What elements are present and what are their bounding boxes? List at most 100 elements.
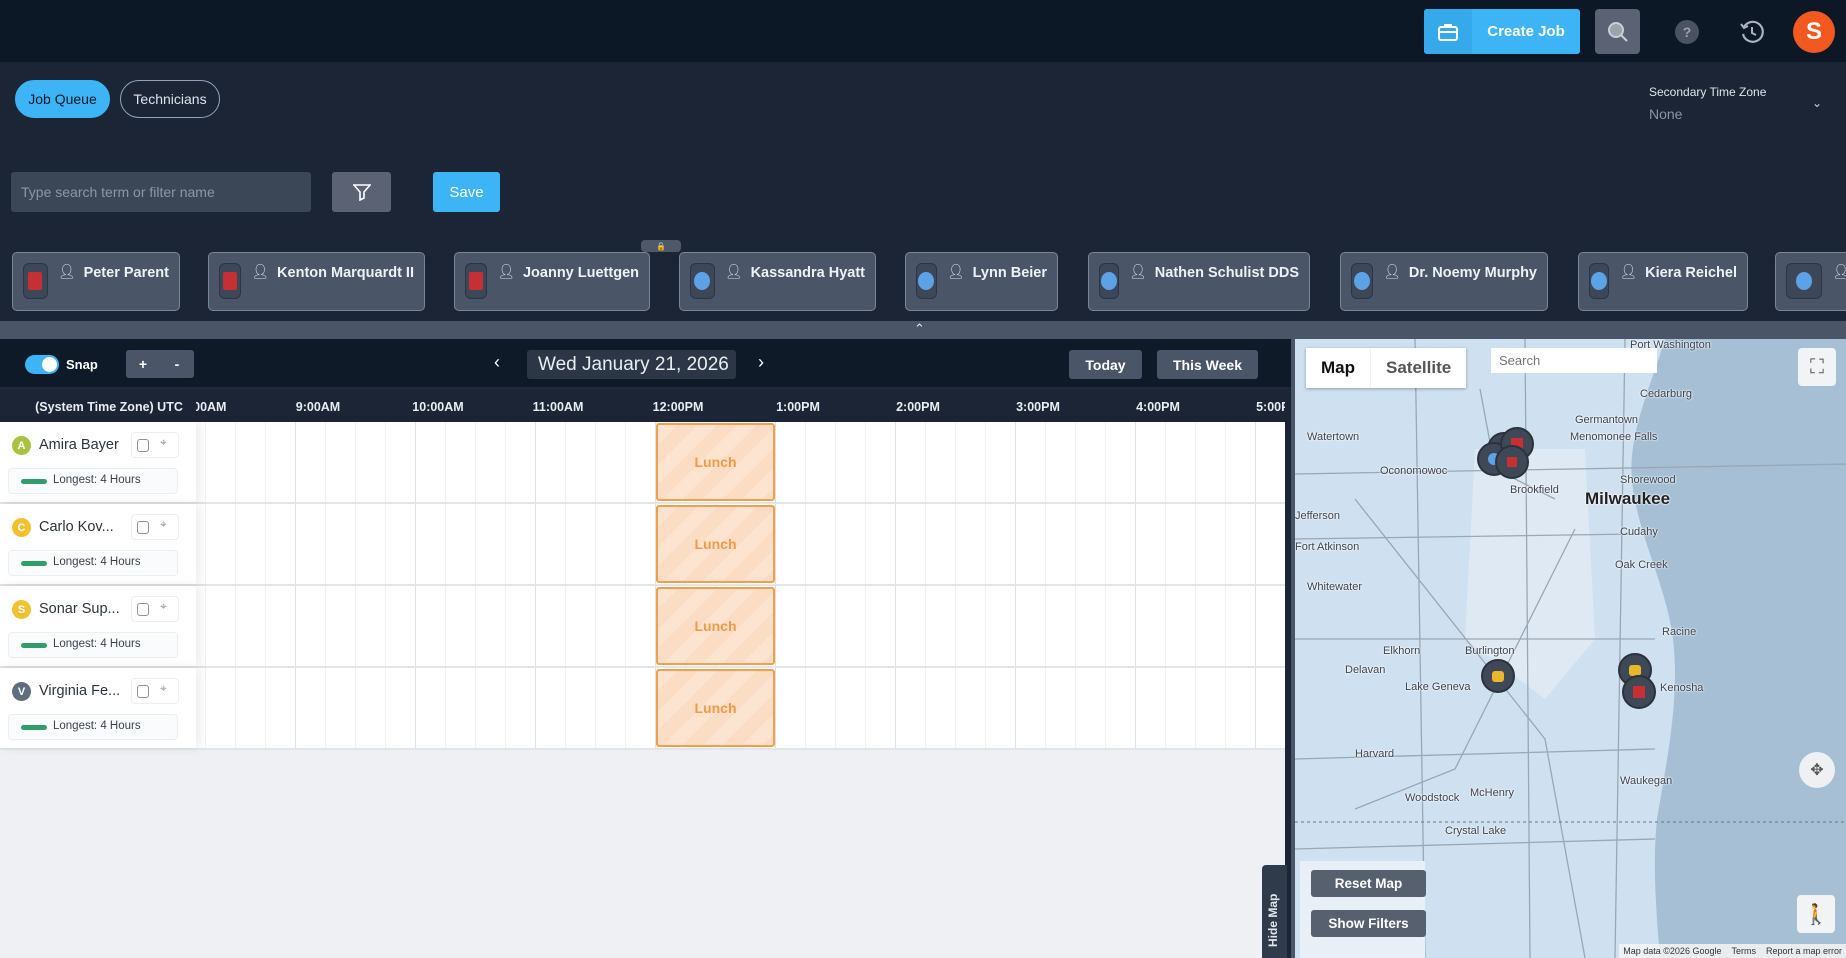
technician-card[interactable]: 👤︎ Peter Parent [12,252,180,311]
technician-name[interactable]: Amira Bayer [39,437,119,453]
lunch-block[interactable]: Lunch [656,587,775,665]
lunch-block[interactable]: Lunch [656,505,775,583]
location-pin-icon[interactable]: ⌖ [160,681,167,696]
street-view-pegman-icon[interactable]: 🚶 [1797,895,1835,933]
grid-line [205,668,206,748]
grid-line [415,422,416,502]
grid-line [985,586,986,666]
grid-line [1015,422,1016,502]
zoom-in-button[interactable]: + [126,350,160,378]
search-input[interactable] [11,172,311,212]
secondary-time-zone-select[interactable]: None [1649,106,1682,122]
location-pin-icon[interactable]: ⌖ [160,435,167,450]
schedule-row[interactable]: Lunch S Sonar Sup... ⌖ Longest: 4 Hours [0,586,1285,668]
grid-line [205,504,206,584]
avatar: V [12,682,31,701]
schedule-row[interactable]: Lunch A Amira Bayer ⌖ Longest: 4 Hours [0,422,1285,504]
report-error-link[interactable]: Report a map error [1766,946,1842,956]
grid-line [325,668,326,748]
today-button[interactable]: Today [1069,350,1142,379]
help-icon[interactable]: ? [1675,20,1699,44]
hour-label: 2:00PM [896,400,940,414]
grid-line [475,668,476,748]
map-place-label: Germantown [1575,414,1638,426]
hour-label: 11:00AM [532,400,584,414]
grid-line [235,586,236,666]
grid-line [595,668,596,748]
location-pin-icon[interactable]: ⌖ [160,517,167,532]
filter-button[interactable] [332,172,391,212]
tab-job-queue[interactable]: Job Queue [15,80,110,118]
grid-line [865,504,866,584]
reset-map-button[interactable]: Reset Map [1311,870,1426,897]
next-day-button[interactable]: › [758,352,764,373]
grid-line [565,586,566,666]
history-icon[interactable] [1737,17,1767,47]
technician-name[interactable]: Carlo Kov... [39,519,114,535]
hour-label: 1:00PM [776,400,820,414]
map-type-map[interactable]: Map [1306,348,1370,388]
grid-line [1015,668,1016,748]
technician-name[interactable]: Sonar Sup... [39,601,120,617]
date-picker[interactable]: Wed January 21, 2026 [527,350,736,379]
hide-map-tab[interactable]: Hide Map [1262,865,1287,958]
schedule-row[interactable]: Lunch C Carlo Kov... ⌖ Longest: 4 Hours [0,504,1285,586]
lock-icon[interactable]: 🔒 [641,240,681,252]
grid-line [1135,422,1136,502]
technician-card[interactable]: 👤︎ [1775,252,1846,311]
snap-toggle[interactable] [25,355,59,374]
tab-technicians[interactable]: Technicians [120,80,220,118]
map-marker[interactable] [1481,659,1515,693]
person-icon: 👤︎ [57,263,76,279]
zoom-controls: + - [126,350,194,378]
save-button[interactable]: Save [433,172,500,212]
terms-link[interactable]: Terms [1731,946,1756,956]
select-checkbox[interactable] [137,439,149,452]
grid-line [235,668,236,748]
prev-day-button[interactable]: ‹ [494,352,500,373]
create-job-button[interactable]: Create Job [1424,9,1580,54]
grid-line [415,504,416,584]
technician-card[interactable]: 👤︎ Kassandra Hyatt [679,252,876,311]
map-search-input[interactable] [1491,348,1657,373]
select-checkbox[interactable] [137,685,149,698]
technician-card[interactable]: 👤︎ Dr. Noemy Murphy [1340,252,1548,311]
technician-card[interactable]: 👤︎ Kenton Marquardt II [208,252,425,311]
grid-line [445,422,446,502]
filter-icon [352,184,371,201]
technician-card[interactable]: 👤︎ Nathen Schulist DDS [1088,252,1310,311]
zoom-out-button[interactable]: - [160,350,194,378]
lunch-block[interactable]: Lunch [656,669,775,747]
select-checkbox[interactable] [137,603,149,616]
select-checkbox[interactable] [137,521,149,534]
technician-card[interactable]: 👤︎ Joanny Luettgen [454,252,650,311]
person-icon: 👤︎ [724,263,743,279]
schedule-row[interactable]: Lunch V Virginia Fe... ⌖ Longest: 4 Hour… [0,668,1285,750]
map[interactable]: Port Washington Cedarburg Germantown Menomo… [1291,339,1846,958]
show-filters-button[interactable]: Show Filters [1311,910,1426,937]
grid-line [1135,668,1136,748]
map-marker[interactable] [1495,445,1529,479]
map-type-satellite[interactable]: Satellite [1370,348,1466,388]
avatar: C [12,518,31,537]
technician-name: Kassandra Hyatt [750,265,865,281]
technician-name[interactable]: Virginia Fe... [39,683,120,699]
grid-line [775,504,776,584]
avatar: A [12,436,31,455]
user-avatar[interactable]: S [1793,11,1835,53]
grid-line [1105,586,1106,666]
status-indicator [23,263,48,299]
technician-card[interactable]: 👤︎ Lynn Beier [905,252,1058,311]
pan-control-icon[interactable]: ✥ [1799,752,1835,788]
fullscreen-icon[interactable]: ⛶ [1798,348,1836,386]
chevron-up-icon[interactable]: ⌃ [914,321,925,337]
chevron-down-icon[interactable]: ⌄ [1812,96,1822,110]
lunch-block[interactable]: Lunch [656,423,775,501]
technician-card[interactable]: 👤︎ Kiera Reichel [1578,252,1748,311]
location-pin-icon[interactable]: ⌖ [160,599,167,614]
map-place-label: Crystal Lake [1445,825,1507,837]
this-week-button[interactable]: This Week [1157,350,1258,379]
map-marker[interactable] [1622,675,1656,709]
search-button[interactable] [1595,9,1640,54]
grid-line [505,422,506,502]
